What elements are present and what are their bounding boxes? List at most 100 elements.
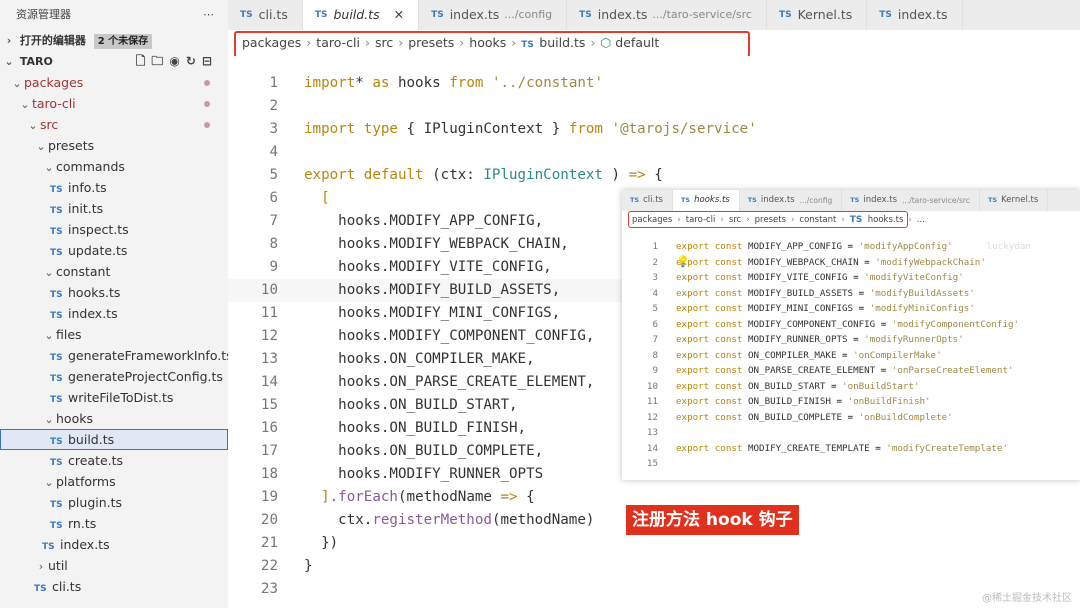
editor-tabs: TS cli.ts TS build.ts ✕ TS index.ts .../config T… (228, 0, 1080, 30)
line-number: 15 (260, 397, 278, 413)
code-line[interactable]: 23 (228, 578, 1080, 601)
inset-screenshot: TS cli.ts TS hooks.ts TS index.ts .../config TS… (622, 190, 1080, 480)
code-line[interactable]: 1 import* as hooks from '../constant' (228, 72, 1080, 95)
code-line[interactable]: 21 }) (228, 532, 1080, 555)
line-number: 14 (646, 442, 658, 454)
constant-name: MODIFY_WEBPACK_CHAIN (747, 256, 859, 268)
keyword-const: const (714, 287, 743, 299)
keyword-const: const (714, 272, 743, 283)
new-file-icon[interactable]: 🗋 (136, 54, 152, 68)
tree-file-writefiletodist-ts[interactable]: TS writeFileToDist.ts (0, 387, 228, 408)
keyword-export: export (676, 365, 710, 376)
tree-file-index-ts[interactable]: TS index.ts (0, 534, 228, 555)
inset-code-line: 5 export const MODIFY_MINI_CONFIGS = 'mod… (622, 301, 974, 317)
constant-value: 'onCompilerMake' (853, 349, 942, 361)
code-line[interactable]: 4 (228, 141, 1080, 164)
tree-folder-commands[interactable]: ⌄ commands (0, 156, 228, 177)
tree-file-info-ts[interactable]: TS info.ts (0, 177, 228, 198)
tab-cli-ts[interactable]: TS cli.ts (228, 0, 303, 30)
tab-index-ts[interactable]: TS index.ts .../config (419, 0, 568, 30)
inset-code-line: 1 export const MODIFY_APP_CONFIG = 'modif… (622, 239, 1030, 255)
project-section[interactable]: ⌄ TARO 🗋🗀◉↻⊟ (0, 51, 228, 72)
ellipsis-icon[interactable]: ⋯ (203, 0, 214, 30)
eye-icon[interactable]: ◉ (169, 54, 185, 68)
code-token: registerMethod (372, 512, 492, 528)
chevron-down-icon: ⌄ (20, 98, 30, 111)
tree-file-rn-ts[interactable]: TS rn.ts (0, 513, 228, 534)
line-number: 1 (269, 75, 278, 91)
line-number: 17 (260, 443, 278, 459)
tree-file-generateframeworkinfo-ts[interactable]: TS generateFrameworkInfo.ts (0, 345, 233, 366)
chevron-down-icon: ⌄ (44, 413, 54, 426)
line-number: 10 (260, 282, 278, 298)
tab-index-ts[interactable]: TS index.ts (867, 0, 963, 30)
line-number: 7 (652, 334, 658, 345)
keyword-export: export (676, 349, 710, 361)
tree-file-inspect-ts[interactable]: TS inspect.ts (0, 219, 228, 240)
tree-folder-constant[interactable]: ⌄ constant (0, 261, 228, 282)
inset-tab: TS Kernel.ts (980, 190, 1049, 211)
line-number: 2 (269, 98, 278, 114)
tab-Kernel-ts[interactable]: TS Kernel.ts (767, 0, 868, 30)
code-token: hooks.MODIFY_VITE_CONFIG, (304, 259, 552, 275)
constant-value: 'modifyRunnerOpts' (864, 334, 964, 345)
tree-folder-util[interactable]: › util (0, 555, 228, 576)
code-token: hooks.ON_BUILD_START, (304, 397, 518, 413)
tree-folder-presets[interactable]: ⌄ presets (0, 135, 228, 156)
close-icon[interactable]: ✕ (394, 0, 404, 30)
tree-folder-packages[interactable]: ⌄ packages (0, 72, 228, 93)
new-folder-icon[interactable]: 🗀 (151, 54, 169, 68)
line-number: 13 (260, 351, 278, 367)
code-token: => (628, 167, 646, 183)
tree-item-label: src (40, 117, 59, 132)
chevron-down-icon: ⌄ (44, 161, 54, 174)
line-number: 23 (260, 581, 278, 597)
code-token: hooks (389, 75, 450, 91)
code-token: type (363, 121, 398, 137)
tree-file-generateprojectconfig-ts[interactable]: TS generateProjectConfig.ts (0, 366, 228, 387)
code-line[interactable]: 5 export default (ctx: IPluginContext ) =… (228, 164, 1080, 187)
open-editors-section[interactable]: › 打开的编辑器 2 个未保存 (0, 30, 228, 51)
code-token: { (517, 489, 535, 505)
tab-label: cli.ts (258, 7, 288, 22)
refresh-icon[interactable]: ↻ (186, 54, 202, 68)
tree-file-plugin-ts[interactable]: TS plugin.ts (0, 492, 228, 513)
tree-file-init-ts[interactable]: TS init.ts (0, 198, 228, 219)
tab-build-ts[interactable]: TS build.ts ✕ (302, 0, 420, 30)
tree-file-hooks-ts[interactable]: TS hooks.ts (0, 282, 228, 303)
inset-tab: TS hooks.ts (673, 190, 740, 211)
line-number: 7 (269, 213, 278, 229)
chevron-down-icon: ⌄ (12, 77, 22, 90)
tree-file-index-ts[interactable]: TS index.ts (0, 303, 228, 324)
typescript-file-icon: TS (240, 10, 253, 20)
tree-folder-files[interactable]: ⌄ files (0, 324, 228, 345)
tree-item-label: platforms (56, 474, 116, 489)
inset-code-line: 7 export const MODIFY_RUNNER_OPTS = 'modi… (622, 332, 964, 348)
code-line[interactable]: 22} (228, 555, 1080, 578)
code-line[interactable]: 2 (228, 95, 1080, 118)
inset-tab: TS cli.ts (622, 190, 673, 211)
keyword-export: export (676, 287, 710, 299)
tree-folder-hooks[interactable]: ⌄ hooks (0, 408, 228, 429)
lightbulb-icon[interactable]: 💡 (676, 255, 690, 268)
tree-file-update-ts[interactable]: TS update.ts (0, 240, 228, 261)
constant-name: MODIFY_RUNNER_OPTS (747, 334, 848, 345)
tree-folder-src[interactable]: ⌄ src (0, 114, 228, 135)
line-number: 8 (269, 236, 278, 252)
tree-file-build-ts[interactable]: TS build.ts (0, 429, 228, 450)
keyword-const: const (714, 365, 743, 376)
code-token: }) (304, 535, 339, 551)
tree-file-create-ts[interactable]: TS create.ts (0, 450, 228, 471)
code-line[interactable]: 3 import type { IPluginContext } from '@t… (228, 118, 1080, 141)
keyword-const: const (714, 349, 743, 361)
line-number: 11 (260, 305, 278, 321)
tab-index-ts[interactable]: TS index.ts .../taro-service/src (567, 0, 767, 30)
typescript-file-icon: TS (987, 196, 998, 204)
tree-folder-platforms[interactable]: ⌄ platforms (0, 471, 228, 492)
tree-file-cli-ts[interactable]: TS cli.ts (0, 576, 228, 597)
inset-tab: TS index.ts .../taro-service/src (842, 190, 980, 211)
inset-breadcrumb-highlight (628, 211, 908, 228)
collapse-icon[interactable]: ⊟ (202, 54, 218, 68)
tree-folder-taro-cli[interactable]: ⌄ taro-cli (0, 93, 228, 114)
